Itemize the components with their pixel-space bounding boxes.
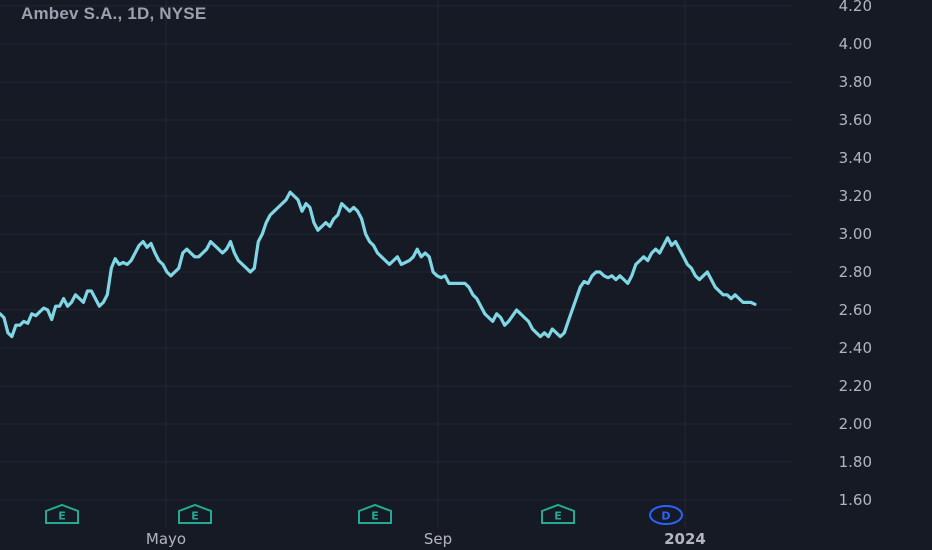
event-label: D bbox=[661, 510, 670, 523]
x-tick-label: Mayo bbox=[146, 530, 186, 548]
y-tick-label: 4.00 bbox=[839, 35, 872, 53]
y-tick-label: 3.00 bbox=[839, 225, 872, 243]
y-tick-label: 2.00 bbox=[839, 415, 872, 433]
x-tick-label: 2024 bbox=[664, 530, 706, 548]
event-label: E bbox=[554, 510, 562, 523]
price-line bbox=[0, 190, 757, 339]
earnings-marker[interactable]: E bbox=[358, 503, 392, 524]
dividend-marker[interactable]: D bbox=[649, 505, 683, 525]
y-axis: 4.20 4.00 3.80 3.60 3.40 3.20 3.00 2.80 2.60 2.40… bbox=[839, 0, 872, 509]
chart-root: 4.20 4.00 3.80 3.60 3.40 3.20 3.00 2.80 2.60 2.40… bbox=[0, 0, 932, 550]
chart-title: Ambev S.A., 1D, NYSE bbox=[21, 4, 207, 23]
y-tick-label: 1.60 bbox=[839, 491, 872, 509]
y-tick-label: 3.60 bbox=[839, 111, 872, 129]
series-layer bbox=[0, 190, 757, 339]
y-tick-label: 1.80 bbox=[839, 453, 872, 471]
event-label: E bbox=[58, 510, 66, 523]
events-row: EEEED bbox=[45, 503, 683, 525]
x-tick-label: Sep bbox=[424, 530, 452, 548]
y-tick-label: 2.60 bbox=[839, 301, 872, 319]
y-tick-label: 2.20 bbox=[839, 377, 872, 395]
y-tick-label: 3.40 bbox=[839, 149, 872, 167]
y-tick-label: 3.20 bbox=[839, 187, 872, 205]
event-label: E bbox=[371, 510, 379, 523]
x-axis: Mayo Sep 2024 bbox=[146, 530, 706, 548]
earnings-marker[interactable]: E bbox=[178, 503, 212, 524]
y-tick-label: 2.80 bbox=[839, 263, 872, 281]
earnings-marker[interactable]: E bbox=[541, 503, 575, 524]
earnings-marker[interactable]: E bbox=[45, 503, 79, 524]
price-chart[interactable]: 4.20 4.00 3.80 3.60 3.40 3.20 3.00 2.80 2.60 2.40… bbox=[0, 0, 932, 550]
y-tick-label: 2.40 bbox=[839, 339, 872, 357]
event-label: E bbox=[191, 510, 199, 523]
y-tick-label: 3.80 bbox=[839, 73, 872, 91]
y-tick-label: 4.20 bbox=[839, 0, 872, 15]
